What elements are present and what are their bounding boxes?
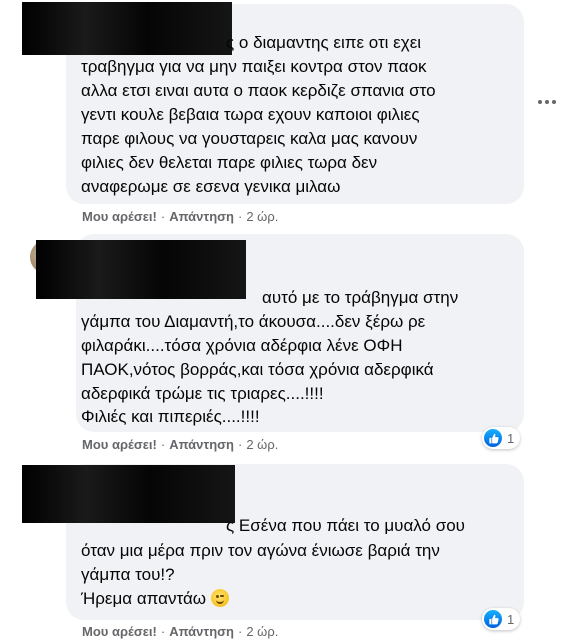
like-thumb-icon <box>484 429 502 447</box>
like-link[interactable]: Μου αρέσει! <box>82 624 157 639</box>
comment-1-actions: Μου αρέσει! · Απάντηση · 2 ώρ. <box>82 209 279 224</box>
comment-1-line-3: αλλα ετσι ειναι αυτα ο παοκ κερδιζε σπαν… <box>81 81 436 100</box>
comment-1-line-1: ς ο διαμαντης ειπε οτι εχει <box>226 33 422 52</box>
reaction-count-badge[interactable]: 1 <box>482 608 521 630</box>
comment-3-line-3: γάμπα του!? <box>81 565 175 584</box>
comment-1-line-7: αναφερωμε σε εσενα γενικα μιλαω <box>81 177 341 196</box>
more-horizontal-icon[interactable] <box>538 95 560 109</box>
like-link[interactable]: Μου αρέσει! <box>82 209 157 224</box>
comment-2-actions: Μου αρέσει! · Απάντηση · 2 ώρ. <box>82 437 279 452</box>
reaction-count: 1 <box>507 430 515 446</box>
comment-3-line-4-text: Ήρεμα απαντάω <box>81 589 207 608</box>
comment-2-line-3: φιλαράκι....τόσα χρόνια αδέρφια λένε ΟΦΗ <box>81 336 403 355</box>
timestamp[interactable]: 2 ώρ. <box>246 624 278 639</box>
comment-2-line-1: αυτό με το τράβηγμα στην <box>262 288 459 307</box>
comment-3-line-4: Ήρεμα απαντάω <box>81 587 229 611</box>
reply-link[interactable]: Απάντηση <box>169 624 234 639</box>
redacted-author-1 <box>22 2 232 55</box>
comment-3-actions: Μου αρέσει! · Απάντηση · 2 ώρ. <box>82 624 279 639</box>
comment-2-line-4: ΠΑΟΚ,νότος βορράς,και τόσα χρόνια αδερφι… <box>81 360 434 379</box>
reaction-count-badge[interactable]: 1 <box>482 427 521 449</box>
wink-emoji-icon <box>210 589 229 607</box>
comment-1-line-5: παρε φιλους να γουσταρεις καλα μας κανου… <box>81 129 418 148</box>
reply-link[interactable]: Απάντηση <box>169 209 234 224</box>
like-thumb-icon <box>484 610 502 628</box>
redacted-author-2 <box>36 240 246 299</box>
reply-link[interactable]: Απάντηση <box>169 437 234 452</box>
redacted-author-3 <box>22 465 235 523</box>
comment-3-line-2: όταν μια μέρα πριν τον αγώνα ένιωσε βαρι… <box>81 541 440 560</box>
timestamp[interactable]: 2 ώρ. <box>246 437 278 452</box>
comment-2-line-6: Φιλιές και πιπεριές....!!!! <box>81 407 260 426</box>
reaction-count: 1 <box>507 611 515 627</box>
like-link[interactable]: Μου αρέσει! <box>82 437 157 452</box>
comment-1-line-4: γεντι κουλε βεβαια τωρα εχουν καποιοι φι… <box>81 105 420 124</box>
timestamp[interactable]: 2 ώρ. <box>246 209 278 224</box>
comment-2-line-2: γάμπα του Διαμαντή,το άκουσα....δεν ξέρω… <box>81 312 426 331</box>
comment-3-line-1: ς Εσένα που πάει το μυαλό σου <box>226 516 465 535</box>
comment-1-line-6: φιλιες δεν θελεται παρε φιλιες τωρα δεν <box>81 153 378 172</box>
comment-1-line-2: τραβηγμα για να μην παιξει κοντρα στον π… <box>81 57 427 76</box>
comment-2-line-5: αδερφικά τρώμε τις τριαρες....!!!! <box>81 384 324 403</box>
